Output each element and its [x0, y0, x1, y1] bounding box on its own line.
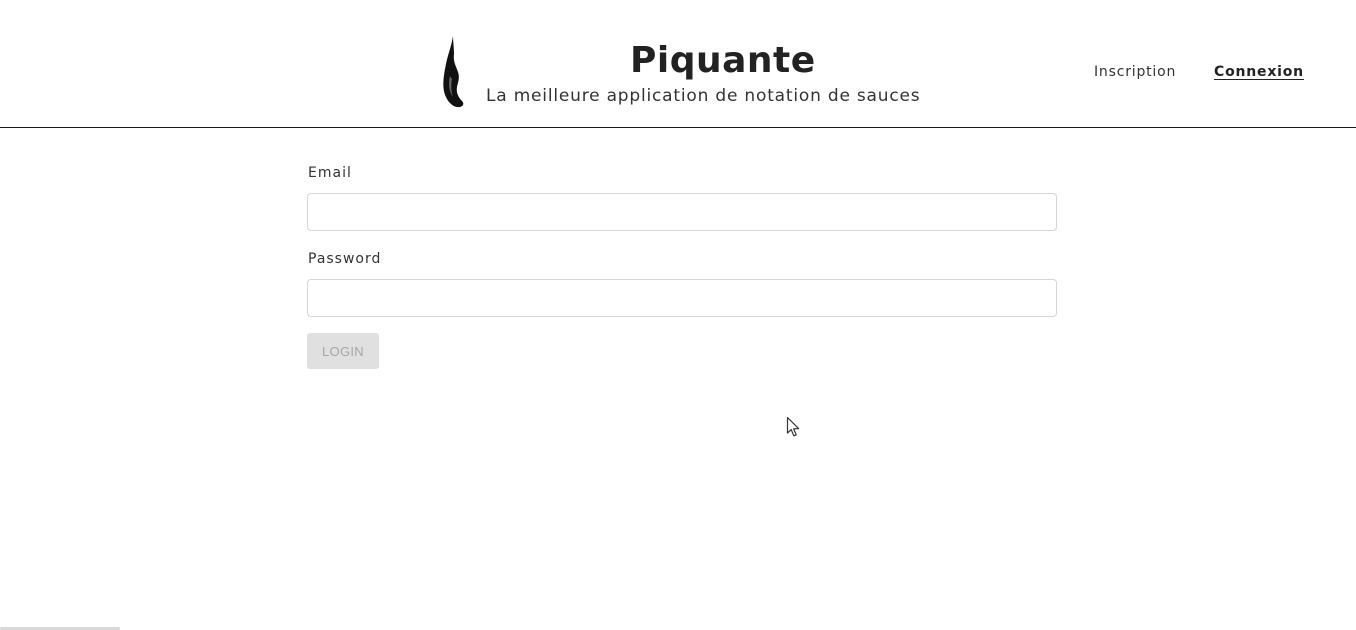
- nav-link-inscription[interactable]: Inscription: [1094, 64, 1176, 80]
- flame-icon: [443, 36, 464, 108]
- email-field-group: Email: [307, 163, 1058, 231]
- app-title: Piquante: [630, 40, 816, 81]
- app-header: Piquante La meilleure application de not…: [0, 0, 1356, 128]
- nav-link-connexion[interactable]: Connexion: [1214, 64, 1304, 80]
- app-subtitle: La meilleure application de notation de …: [486, 86, 921, 106]
- login-button[interactable]: LOGIN: [307, 333, 379, 369]
- login-form: Email Password LOGIN: [307, 163, 1058, 369]
- login-page: Piquante La meilleure application de not…: [0, 0, 1356, 630]
- password-field[interactable]: [307, 279, 1057, 317]
- password-field-group: Password: [307, 249, 1058, 317]
- password-label: Password: [308, 251, 382, 267]
- email-field[interactable]: [307, 193, 1057, 231]
- email-label: Email: [308, 165, 352, 181]
- mouse-pointer-icon: [786, 416, 800, 437]
